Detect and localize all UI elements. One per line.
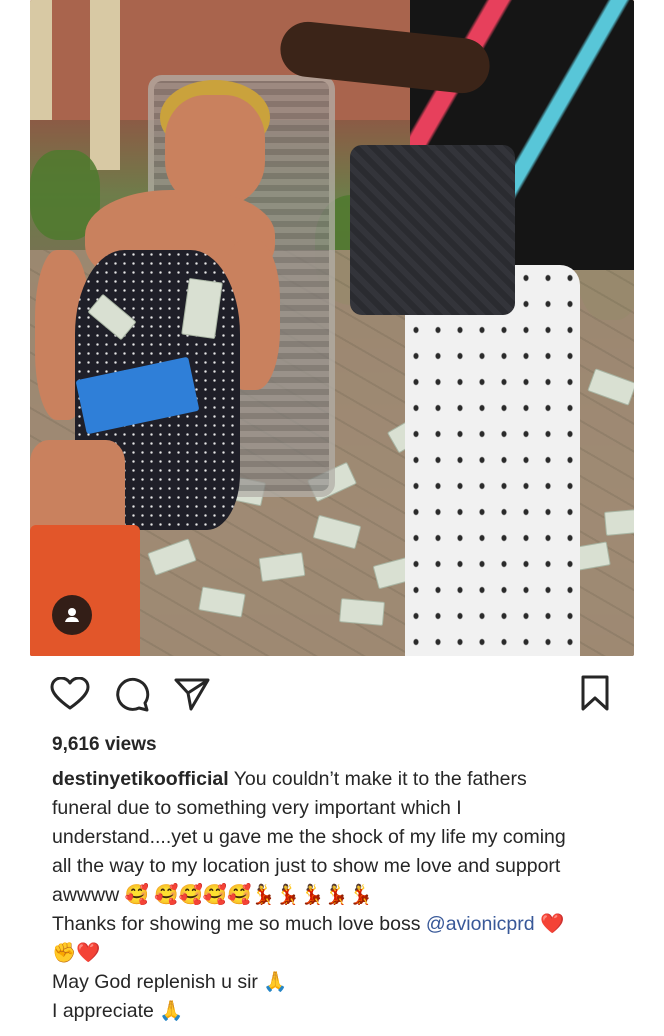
woman-seated <box>30 80 280 550</box>
username-link[interactable]: destinyetikoofficial <box>52 768 229 790</box>
caption-line: funeral due to something very important … <box>52 797 462 819</box>
caption-text: You couldn’t make it to the fathers <box>228 768 527 790</box>
post-video[interactable] <box>30 0 634 656</box>
send-icon[interactable] <box>174 677 210 711</box>
caption-text: Thanks for showing me so much love boss <box>52 913 426 935</box>
caption-text: ❤️ <box>534 913 565 935</box>
bookmark-icon[interactable] <box>580 674 610 712</box>
face <box>165 95 265 205</box>
orange-stool <box>30 525 140 656</box>
caption-line: May God replenish u sir 🙏 <box>52 971 288 993</box>
tagged-users-button[interactable] <box>52 595 92 635</box>
caption-line: destinyetikoofficial You couldn’t make i… <box>52 765 632 794</box>
mention-link[interactable]: @avionicprd <box>426 913 535 935</box>
post-actions-bar <box>0 668 664 718</box>
printed-pants <box>405 265 580 656</box>
post-caption: destinyetikoofficial You couldn’t make i… <box>52 765 632 1026</box>
caption-line: awwww 🥰 🥰🥰🥰🥰💃💃💃💃💃 <box>52 884 373 906</box>
heart-icon[interactable] <box>50 677 90 711</box>
crossbody-bag <box>350 145 515 315</box>
caption-line: Thanks for showing me so much love boss … <box>52 910 632 939</box>
man-standing <box>277 0 634 656</box>
view-count[interactable]: 9,616 views <box>52 734 157 756</box>
caption-line: understand....yet u gave me the shock of… <box>52 826 566 848</box>
caption-line: ✊❤️ <box>52 942 101 964</box>
user-tag-icon <box>65 608 79 622</box>
caption-line: I appreciate 🙏 <box>52 1000 184 1022</box>
instagram-post: 9,616 views destinyetikoofficial You cou… <box>0 0 664 1036</box>
comment-icon[interactable] <box>114 676 150 712</box>
caption-line: all the way to my location just to show … <box>52 855 561 877</box>
